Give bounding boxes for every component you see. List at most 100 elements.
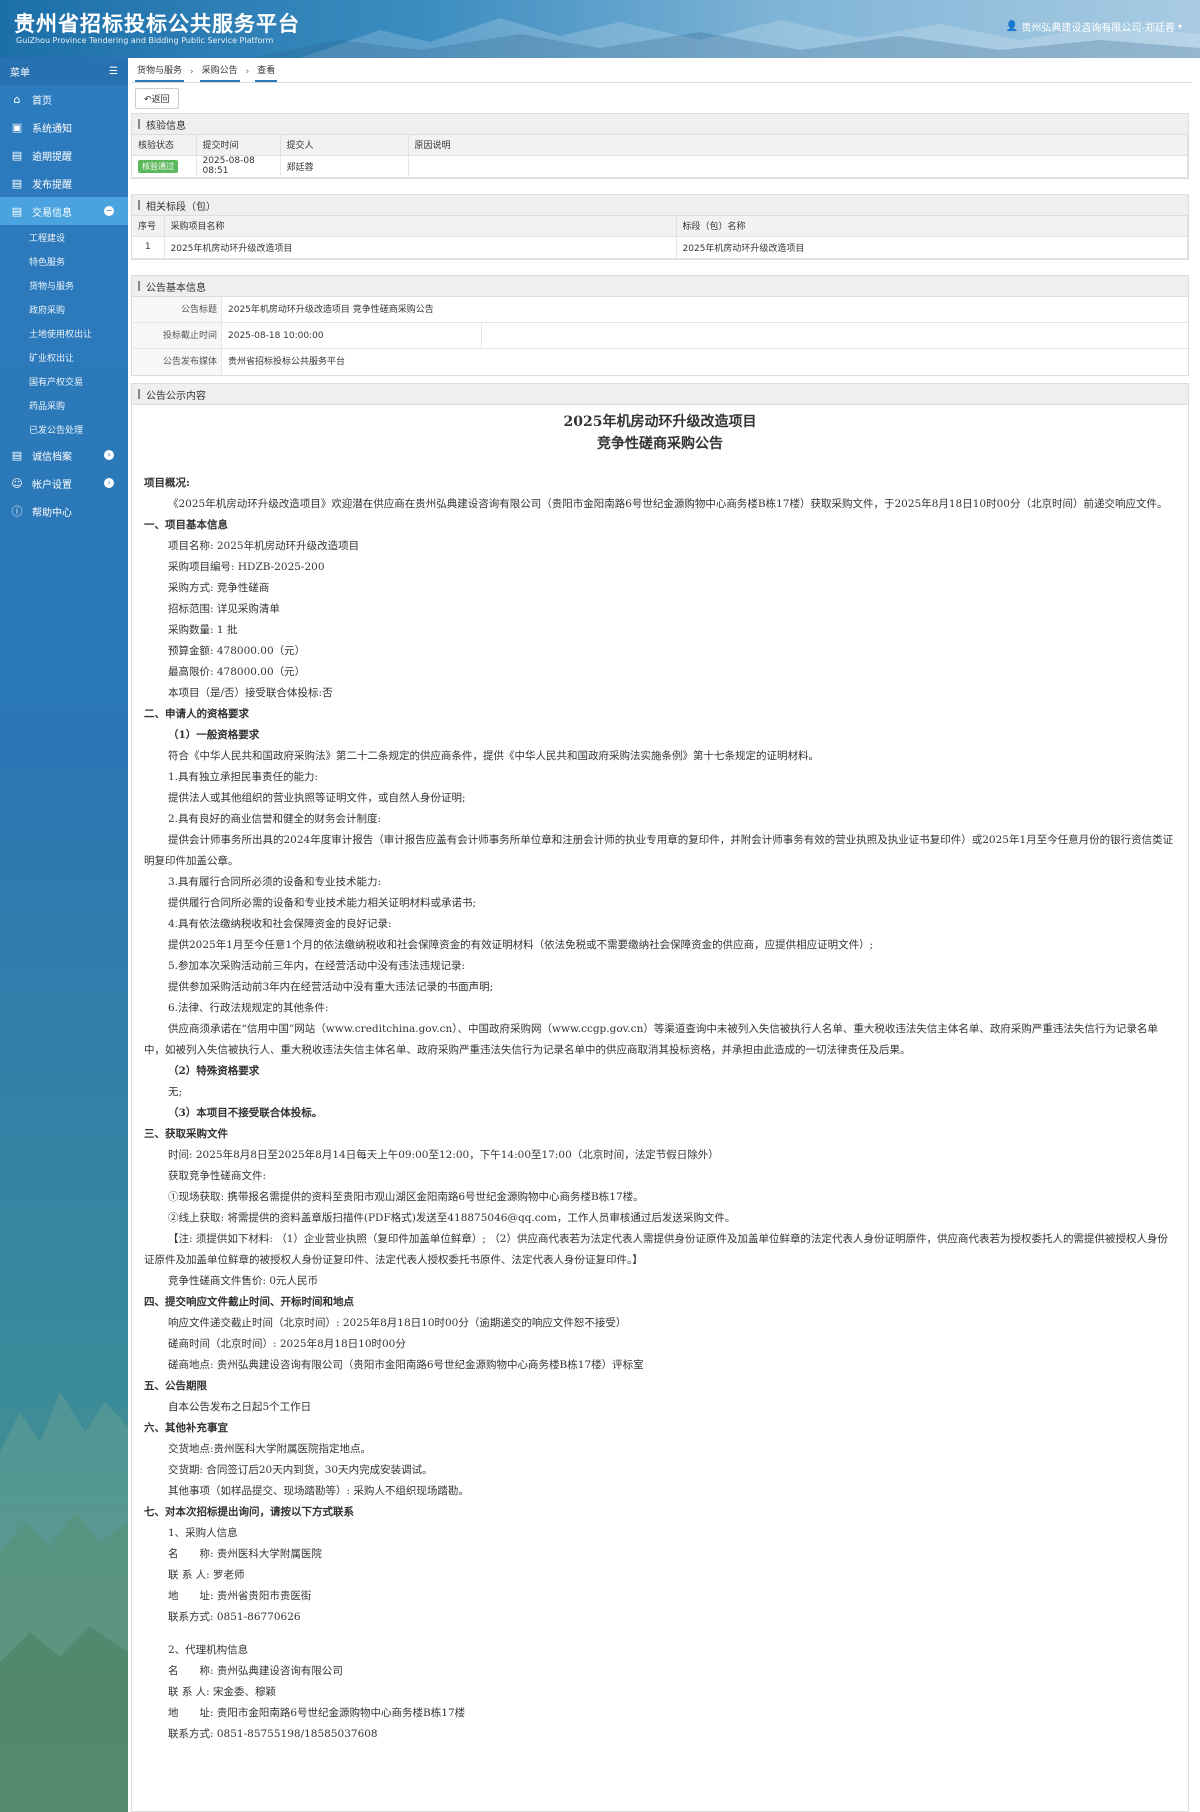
monitor-icon: ▣ (11, 120, 23, 134)
sidebar-subitem[interactable]: 特色服务 (0, 249, 128, 273)
sidebar-item-overdue[interactable]: ▤ 逾期提醒 (0, 141, 128, 169)
doc-paragraph: 提供2025年1月至今任意1个月的依法缴纳税收和社会保障资金的有效证明材料（依法… (168, 939, 874, 951)
doc-paragraph: 名 称: 贵州医科大学附属医院 (168, 1548, 322, 1560)
doc-paragraph: 《2025年机房动环升级改造项目》欢迎潜在供应商在贵州弘典建设咨询有限公司（贵阳… (168, 498, 1168, 510)
sidebar-item-label: 首页 (32, 95, 52, 107)
doc-paragraph: 1.具有独立承担民事责任的能力: (168, 771, 319, 783)
sidebar-item-notice[interactable]: ▣ 系统通知 (0, 113, 128, 141)
list-icon: ▤ (11, 204, 23, 218)
doc-section-heading: 项目概况: (144, 477, 190, 489)
sidebar-subitem[interactable]: 政府采购 (0, 297, 128, 321)
doc-paragraph: 联系方式: 0851-86770626 (168, 1611, 301, 1623)
sidebar-item-home[interactable]: ⌂ 首页 (0, 85, 128, 113)
doc-paragraph: 联 系 人: 宋金委、穆颖 (168, 1686, 277, 1698)
col-header: 序号 (132, 216, 165, 237)
expand-toggle-icon[interactable]: − (104, 206, 114, 216)
sidebar-subitem[interactable]: 已发公告处理 (0, 417, 128, 441)
sidebar-item-help[interactable]: ⓘ 帮助中心 (0, 497, 128, 525)
expand-toggle-icon[interactable]: › (104, 450, 114, 460)
caret-down-icon: ▾ (1177, 22, 1182, 31)
doc-paragraph: 响应文件递交截止时间（北京时间）: 2025年8月18日10时00分（逾期递交的… (168, 1317, 627, 1329)
cell-person: 郑廷蓉 (280, 155, 409, 178)
doc-section-heading: 七、对本次招标提出询问，请按以下方式联系 (144, 1506, 354, 1518)
panel-title: 相关标段（包） (146, 201, 216, 213)
panel-header: 公告基本信息 (132, 276, 1188, 297)
col-header: 核验状态 (132, 135, 197, 156)
doc-section-heading: 五、公告期限 (144, 1380, 207, 1392)
hamburger-icon[interactable]: ☰ (109, 66, 118, 77)
doc-section-heading: （2）特殊资格要求 (168, 1065, 260, 1077)
announcement-document: 2025年机房动环升级改造项目 竞争性磋商采购公告 项目概况: 《2025年机房动… (132, 411, 1188, 1745)
cell-no: 1 (132, 236, 165, 259)
list-icon: ▤ (11, 148, 23, 162)
doc-paragraph: 6.法律、行政法规规定的其他条件: (168, 1002, 329, 1014)
doc-paragraph: 最高限价: 478000.00（元） (168, 666, 306, 678)
sidebar-item-credit[interactable]: ▤ 诚信档案 › (0, 441, 128, 469)
info-value: 2025年机房动环升级改造项目 竞争性磋商采购公告 (228, 305, 434, 315)
breadcrumb-item[interactable]: 查看 (255, 63, 278, 82)
back-icon: ↶ (144, 95, 152, 105)
cell-reason (408, 155, 1188, 178)
doc-paragraph: 符合《中华人民共和国政府采购法》第二十二条规定的供应商条件，提供《中华人民共和国… (168, 750, 819, 762)
table-row: 1 2025年机房动环升级改造项目 2025年机房动环升级改造项目 (132, 236, 1188, 259)
panel-header: 公告公示内容 (132, 384, 1188, 405)
list-icon: ▤ (11, 448, 23, 462)
menu-label: 菜单 (10, 68, 30, 79)
doc-paragraph: 其他事项（如样品提交、现场踏勘等）: 采购人不组织现场踏勘。 (168, 1485, 469, 1497)
sidebar-item-label: 系统通知 (32, 123, 72, 135)
breadcrumb-item[interactable]: 货物与服务 (135, 63, 185, 82)
doc-paragraph: 提供会计师事务所出具的2024年度审计报告（审计报告应盖有会计师事务所单位章和注… (144, 834, 1174, 867)
expand-toggle-icon[interactable]: › (104, 478, 114, 488)
doc-paragraph: ①现场获取: 携带报名需提供的资料至贵阳市观山湖区金阳南路6号世纪金源购物中心商… (168, 1191, 644, 1203)
cell-time: 2025-08-08 08:51 (196, 155, 281, 178)
doc-section-heading: 三、获取采购文件 (144, 1128, 228, 1140)
cell-project: 2025年机房动环升级改造项目 (164, 236, 677, 259)
doc-paragraph: 【注: 须提供如下材料: （1）企业营业执照（复印件加盖单位鲜章）; （2）供应… (144, 1233, 1168, 1266)
info-row-deadline: 投标截止时间 2025-08-18 10:00:00 (132, 323, 1188, 349)
info-row-media: 公告发布媒体 贵州省招标投标公共服务平台 (132, 349, 1188, 375)
sidebar-item-trade-info[interactable]: ▤ 交易信息 − (0, 197, 128, 225)
sidebar-item-label: 逾期提醒 (32, 151, 72, 163)
sidebar-subitem[interactable]: 货物与服务 (0, 273, 128, 297)
doc-body: 项目概况: 《2025年机房动环升级改造项目》欢迎潜在供应商在贵州弘典建设咨询有限… (144, 473, 1176, 1745)
doc-paragraph: 地 址: 贵州省贵阳市贵医街 (168, 1590, 312, 1602)
sidebar-subitem[interactable]: 矿业权出让 (0, 345, 128, 369)
back-button[interactable]: ↶返回 (135, 88, 179, 109)
user-menu[interactable]: 👤 贵州弘典建设咨询有限公司-郑廷蓉 ▾ (1006, 19, 1182, 34)
sections-table: 序号 采购项目名称 标段（包）名称 1 2025年机房动环升级改造项目 2025… (132, 216, 1188, 259)
col-header: 标段（包）名称 (676, 216, 1188, 237)
breadcrumb: 货物与服务 › 采购公告 › 查看 (131, 58, 1192, 83)
back-label: 返回 (151, 95, 170, 105)
info-label: 公告发布媒体 (132, 349, 222, 375)
doc-paragraph: 4.具有依法缴纳税收和社会保障资金的良好记录: (168, 918, 392, 930)
sidebar-item-label: 发布提醒 (32, 179, 72, 191)
sidebar-item-publish-reminder[interactable]: ▤ 发布提醒 (0, 169, 128, 197)
col-header: 采购项目名称 (164, 216, 677, 237)
doc-section-heading: 六、其他补充事宜 (144, 1422, 228, 1434)
verify-table: 核验状态 提交时间 提交人 原因说明 核验通过 2025-08-08 08:51… (132, 135, 1188, 178)
platform-subtitle: GuiZhou Province Tendering and Bidding P… (16, 36, 274, 45)
home-icon: ⌂ (13, 92, 21, 106)
doc-section-heading: 四、提交响应文件截止时间、开标时间和地点 (144, 1296, 354, 1308)
doc-paragraph: 1、采购人信息 (168, 1527, 238, 1539)
panel-title: 公告公示内容 (146, 390, 206, 402)
doc-paragraph: 采购数量: 1 批 (168, 624, 238, 636)
sidebar-item-account[interactable]: ☺ 帐户设置 › (0, 469, 128, 497)
sidebar: 菜单 ☰ ⌂ 首页 ▣ 系统通知 ▤ 逾期提醒 ▤ 发布提醒 ▤ 交易信息 − … (0, 58, 128, 1812)
info-label: 投标截止时间 (132, 323, 222, 348)
platform-title[interactable]: 贵州省招标投标公共服务平台 (14, 8, 300, 38)
doc-title-line2: 竞争性磋商采购公告 (597, 436, 723, 452)
sidebar-subitem[interactable]: 土地使用权出让 (0, 321, 128, 345)
doc-paragraph: 获取竞争性磋商文件: (168, 1170, 267, 1182)
list-icon: ▤ (11, 176, 23, 190)
sidebar-subitem[interactable]: 药品采购 (0, 393, 128, 417)
doc-section-heading: 一、项目基本信息 (144, 519, 228, 531)
col-header: 提交人 (280, 135, 409, 156)
doc-paragraph: 自本公告发布之日起5个工作日 (168, 1401, 312, 1413)
verify-panel: 核验信息 核验状态 提交时间 提交人 原因说明 核验通过 2025-08-08 … (131, 113, 1189, 179)
sidebar-item-label: 交易信息 (32, 207, 72, 219)
sidebar-subitem[interactable]: 工程建设 (0, 225, 128, 249)
breadcrumb-item[interactable]: 采购公告 (199, 63, 240, 82)
help-icon: ⓘ (11, 505, 23, 518)
sidebar-subitem[interactable]: 国有产权交易 (0, 369, 128, 393)
